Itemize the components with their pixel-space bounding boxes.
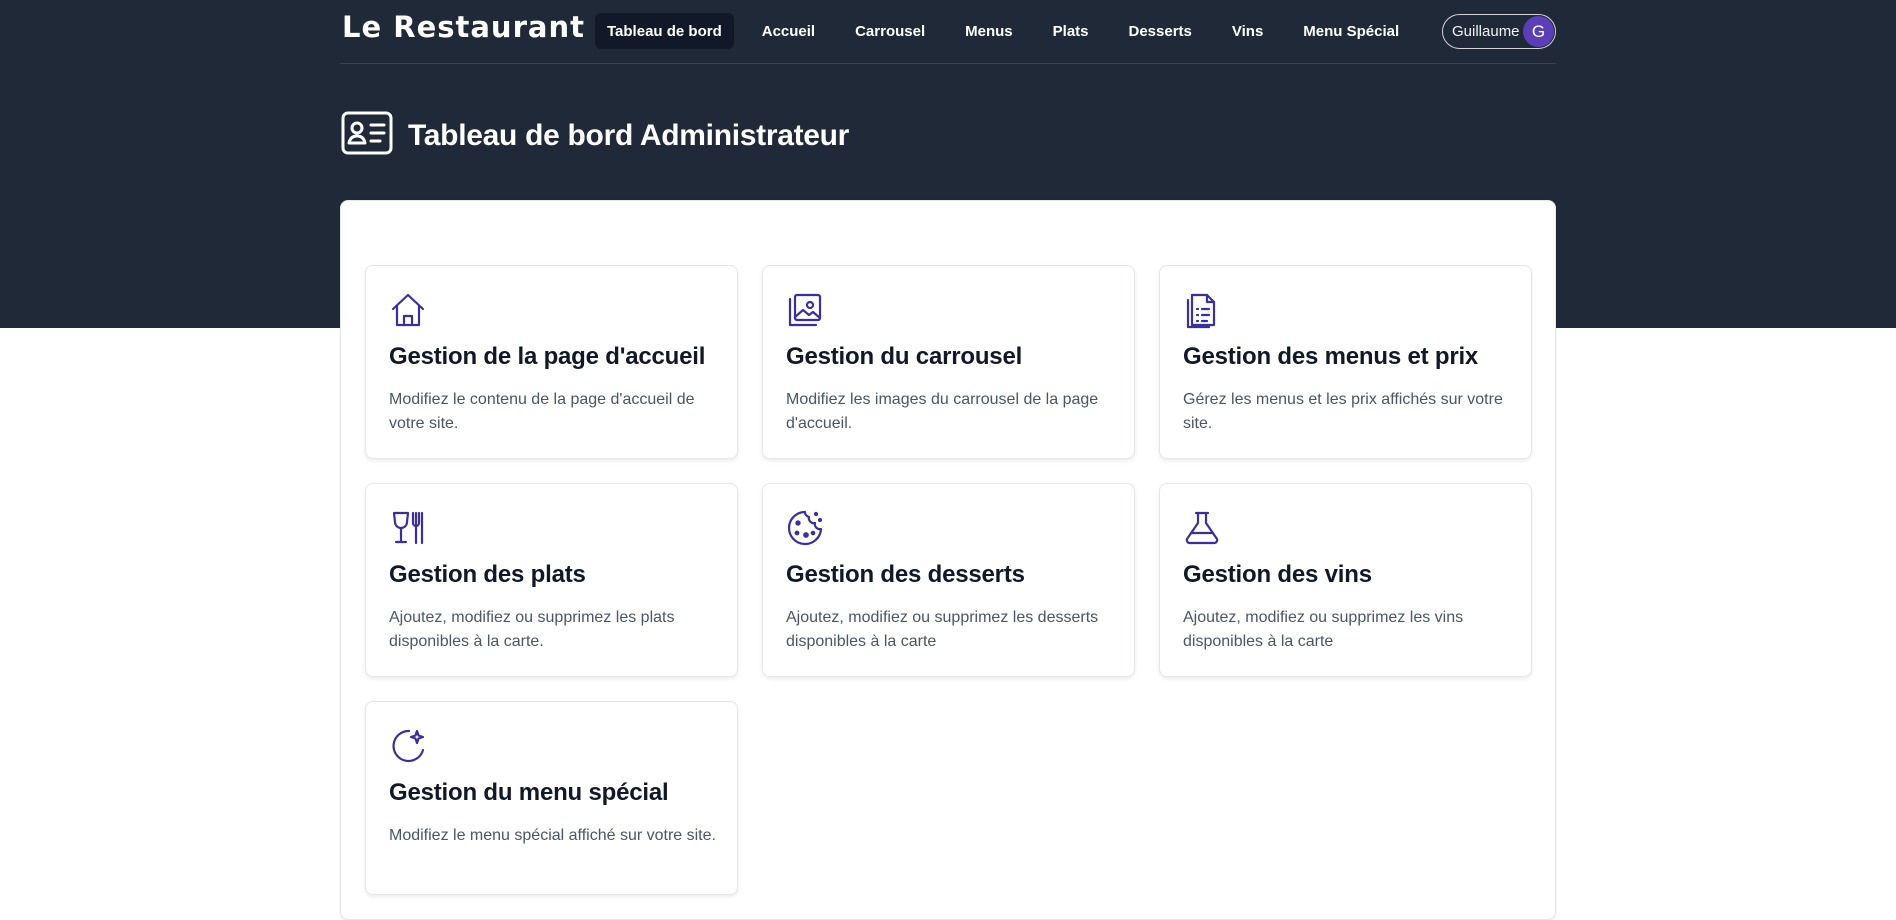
wine-glass-fork-icon [389,509,427,547]
nav-item-menus[interactable]: Menus [953,13,1025,49]
brand-logo[interactable]: Le Restaurant [342,10,585,44]
nav-item-menu-special[interactable]: Menu Spécial [1291,13,1411,49]
flask-icon [1183,509,1221,547]
card-title: Gestion des menus et prix [1183,343,1479,370]
card-carousel[interactable]: Gestion du carrousel Modifiez les images… [762,265,1135,459]
nav-item-accueil[interactable]: Accueil [750,13,827,49]
card-description: Ajoutez, modifiez ou supprimez les desse… [786,609,1099,650]
user-menu-button[interactable]: Guillaume G [1442,14,1556,49]
nav-item-tableau-de-bord[interactable]: Tableau de bord [595,13,734,49]
card-description: Modifiez le menu spécial affiché sur vot… [389,827,716,844]
nav-item-vins[interactable]: Vins [1220,13,1275,49]
page-header: Tableau de bord Administrateur [340,110,849,161]
card-title: Gestion des plats [389,561,586,588]
nav-item-carrousel[interactable]: Carrousel [843,13,937,49]
house-icon [389,291,427,329]
card-title: Gestion du menu spécial [389,779,669,806]
card-dishes[interactable]: Gestion des plats Ajoutez, modifiez ou s… [365,483,738,677]
card-menus-prices[interactable]: Gestion des menus et prix Gérez les menu… [1159,265,1532,459]
nav-item-desserts[interactable]: Desserts [1117,13,1204,49]
page-title: Tableau de bord Administrateur [408,118,850,152]
document-list-icon [1183,291,1221,329]
card-home-page[interactable]: Gestion de la page d'accueil Modifiez le… [365,265,738,459]
avatar: G [1523,16,1554,47]
card-wines[interactable]: Gestion des vins Ajoutez, modifiez ou su… [1159,483,1532,677]
card-title: Gestion des vins [1183,561,1372,588]
image-gallery-icon [786,291,824,329]
dashboard-panel: Gestion de la page d'accueil Modifiez le… [340,200,1556,920]
nav-links: Tableau de bord Accueil Carrousel Menus … [595,13,1427,49]
card-description: Gérez les menus et les prix affichés sur… [1183,391,1503,432]
card-title: Gestion du carrousel [786,343,1023,370]
top-navbar: Le Restaurant Tableau de bord Accueil Ca… [340,0,1556,64]
card-title: Gestion des desserts [786,561,1025,588]
user-name: Guillaume [1452,23,1520,40]
card-title: Gestion de la page d'accueil [389,343,706,370]
card-description: Modifiez le contenu de la page d'accueil… [389,391,695,432]
card-special-menu[interactable]: Gestion du menu spécial Modifiez le menu… [365,701,738,895]
card-description: Ajoutez, modifiez ou supprimez les plats… [389,609,675,650]
card-description: Modifiez les images du carrousel de la p… [786,391,1099,432]
moon-sparkle-icon [389,727,427,765]
nav-item-plats[interactable]: Plats [1041,13,1101,49]
card-description: Ajoutez, modifiez ou supprimez les vins … [1183,609,1464,650]
card-desserts[interactable]: Gestion des desserts Ajoutez, modifiez o… [762,483,1135,677]
id-card-icon [340,110,394,161]
cookie-icon [786,509,824,547]
